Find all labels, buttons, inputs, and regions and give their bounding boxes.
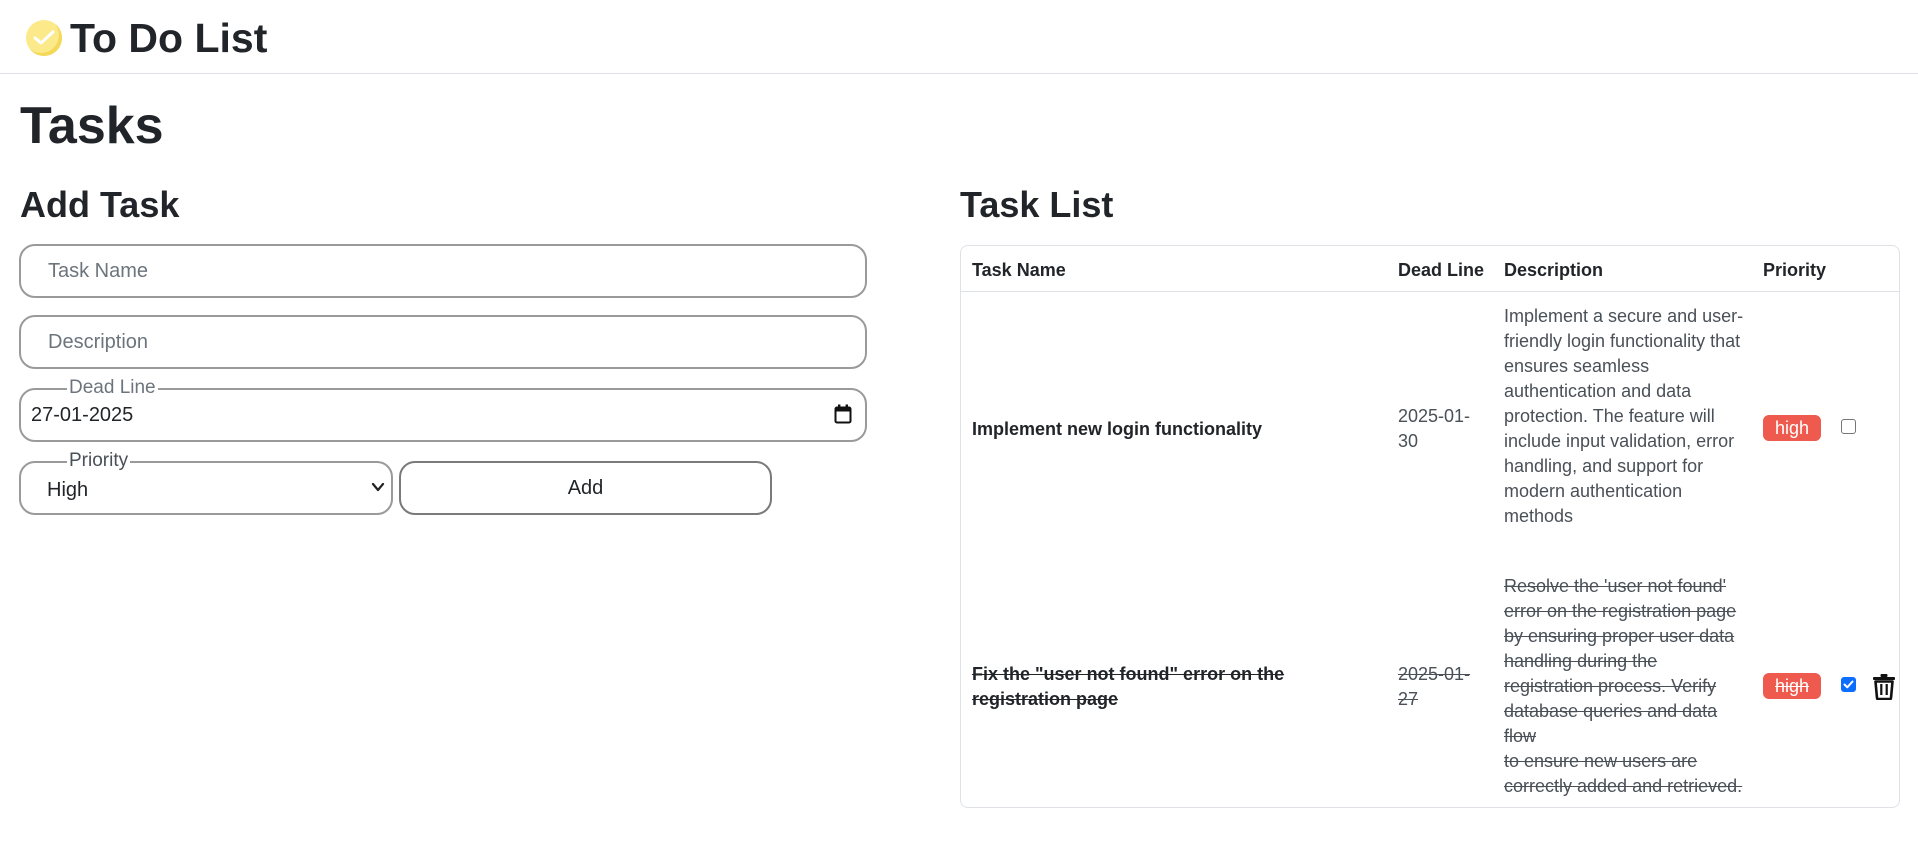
description-input[interactable]: [21, 317, 865, 367]
complete-checkbox[interactable]: [1841, 677, 1856, 692]
page-title: Tasks: [20, 97, 164, 155]
task-name-field[interactable]: [19, 244, 867, 298]
navbar: To Do List: [0, 0, 1918, 74]
task-name-input[interactable]: [21, 246, 865, 296]
column-header-task-name: Task Name: [972, 260, 1066, 280]
task-list-title: Task List: [960, 184, 1114, 225]
column-header-priority: Priority: [1763, 260, 1827, 280]
description-cell: Resolve the 'user not found' error on th…: [1504, 576, 1743, 796]
chevron-down-icon[interactable]: [370, 480, 386, 499]
priority-selected-value[interactable]: High: [47, 479, 88, 502]
task-name-cell: Implement new login functionality: [972, 419, 1263, 439]
table-header-divider: [961, 291, 1899, 292]
app-brand[interactable]: To Do List: [70, 14, 267, 62]
column-header-description: Description: [1504, 260, 1604, 280]
complete-checkbox[interactable]: [1841, 419, 1856, 434]
priority-badge: high: [1763, 415, 1822, 441]
task-table: [960, 245, 1900, 808]
add-task-button[interactable]: Add: [399, 461, 772, 515]
deadline-cell: 2025-01-30: [1398, 406, 1471, 451]
priority-label: Priority: [67, 450, 131, 472]
description-field[interactable]: [19, 315, 867, 369]
description-cell: Implement a secure and user-friendly log…: [1504, 306, 1744, 526]
column-header-deadline: Dead Line: [1398, 260, 1485, 280]
deadline-input[interactable]: 27-01-2025: [31, 404, 133, 427]
priority-badge: high: [1763, 673, 1822, 699]
task-name-cell: Fix the "user not found" error on the re…: [972, 664, 1285, 709]
deadline-cell: 2025-01-27: [1398, 664, 1471, 709]
add-task-title: Add Task: [20, 184, 180, 225]
deadline-field[interactable]: Dead Line 27-01-2025: [19, 377, 867, 442]
deadline-label: Dead Line: [67, 377, 158, 399]
trash-icon[interactable]: [1872, 673, 1896, 705]
priority-select[interactable]: Priority High: [19, 450, 393, 515]
calendar-icon[interactable]: [834, 404, 852, 429]
check-circle-icon: [26, 20, 62, 56]
